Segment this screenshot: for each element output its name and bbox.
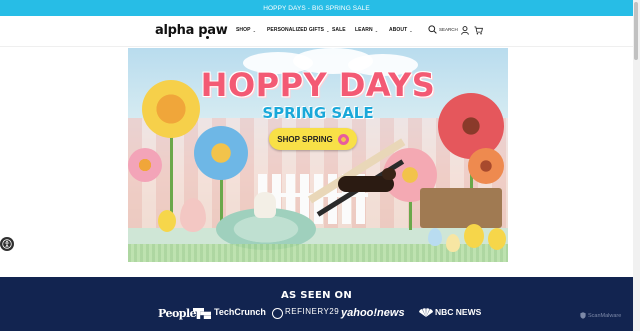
chick-figure <box>488 228 506 250</box>
chevron-down-icon: ⌄ <box>374 27 379 33</box>
announcement-bar[interactable]: HOPPY DAYS - BIG SPRING SALE <box>0 0 633 16</box>
white-puppy <box>254 192 276 218</box>
chevron-down-icon: ⌄ <box>252 27 257 33</box>
wooden-cart <box>420 188 502 228</box>
watermark-text: ScanMalware <box>588 312 622 319</box>
nbc-news-logo: NBC NEWS <box>435 307 482 317</box>
nav-label: ABOUT <box>389 27 408 33</box>
flower-icon <box>337 133 349 145</box>
accessibility-button[interactable] <box>0 237 14 251</box>
accessibility-icon <box>2 239 12 249</box>
easter-egg <box>446 234 460 252</box>
hero-banner[interactable]: HOPPY DAYS SPRING SALE SHOP SPRING <box>128 48 508 262</box>
search-label: SEARCH <box>439 27 458 32</box>
hero-subtitle: SPRING SALE <box>262 104 374 122</box>
hero-title: HOPPY DAYS <box>200 66 436 104</box>
refinery29-logo: REFINERY29 <box>285 307 340 316</box>
nav-item-personalized-gifts[interactable]: PERSONALIZED GIFTS ⌄ <box>267 27 330 33</box>
techcrunch-logo: TechCrunch <box>214 307 266 317</box>
cart-icon[interactable] <box>474 26 483 35</box>
nav-label: SALE <box>332 27 346 33</box>
shield-icon <box>580 312 586 319</box>
pink-flower-decoration <box>128 148 162 182</box>
chick-figure <box>158 210 176 232</box>
techcrunch-mark-icon <box>193 308 211 319</box>
nav-label: PERSONALIZED GIFTS <box>267 27 325 33</box>
chevron-down-icon: ⌄ <box>326 27 330 33</box>
announcement-text[interactable]: HOPPY DAYS - BIG SPRING SALE <box>263 5 370 12</box>
shop-spring-button[interactable]: SHOP SPRING <box>269 128 357 150</box>
as-seen-on-section: AS SEEN ON People TechCrunch REFINERY29 … <box>0 277 633 331</box>
nav-item-about[interactable]: ABOUT ⌄ <box>389 27 413 33</box>
logo-dot <box>206 36 209 39</box>
people-logo: People <box>158 307 197 320</box>
search-button[interactable]: SEARCH <box>428 25 458 34</box>
chick-figure <box>464 224 484 248</box>
easter-egg <box>180 198 206 232</box>
shop-spring-label: SHOP SPRING <box>277 134 333 144</box>
nbc-peacock-icon <box>419 308 433 317</box>
blue-flower-decoration <box>194 126 248 180</box>
easter-egg <box>428 228 442 246</box>
nav-label: SHOP <box>236 27 251 33</box>
nav-item-shop[interactable]: SHOP ⌄ <box>236 27 256 33</box>
dachshund-head <box>382 168 396 180</box>
chevron-down-icon: ⌄ <box>409 27 413 33</box>
site-header: alpha paw SHOP ⌄ PERSONALIZED GIFTS ⌄ SA… <box>0 16 633 47</box>
yahoo-news-logo: yahoo!news <box>341 307 405 319</box>
site-logo[interactable]: alpha paw <box>155 23 228 38</box>
search-icon <box>428 25 437 34</box>
scrollbar-thumb[interactable] <box>634 2 638 60</box>
orange-flower-decoration <box>468 148 504 184</box>
scanmalware-watermark: ScanMalware <box>580 312 621 319</box>
flower-stem <box>409 200 412 230</box>
nav-item-sale[interactable]: SALE <box>332 27 346 33</box>
user-icon[interactable] <box>461 26 469 35</box>
nav-label: LEARN <box>355 27 373 33</box>
refinery29-mark-icon <box>272 308 283 319</box>
as-seen-on-title: AS SEEN ON <box>280 290 352 301</box>
nav-item-learn[interactable]: LEARN ⌄ <box>355 27 378 33</box>
